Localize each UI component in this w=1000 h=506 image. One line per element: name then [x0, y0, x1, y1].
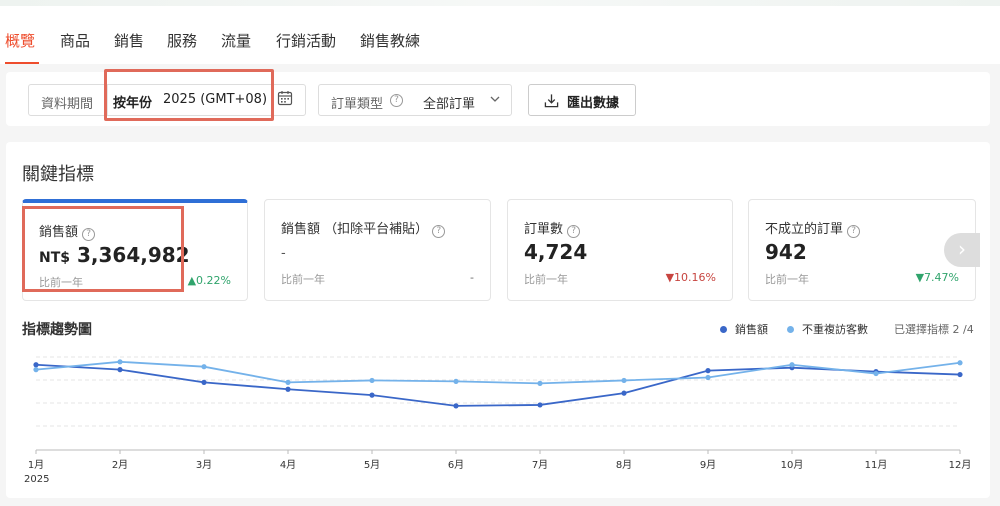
x-tick-label: 12月 — [949, 459, 972, 471]
data-point[interactable] — [957, 360, 963, 366]
data-point[interactable] — [453, 378, 459, 384]
data-point[interactable] — [453, 403, 459, 409]
trend-chart: 1月 2月 3月 4月 5月 6月 7月 8月 9月 10月 11月 12月 2025 — [24, 356, 972, 485]
x-tick-label: 1月 — [28, 459, 44, 471]
data-point[interactable] — [789, 362, 795, 368]
data-point[interactable] — [33, 367, 39, 373]
data-point[interactable] — [201, 364, 207, 370]
data-point[interactable] — [285, 379, 291, 385]
data-point[interactable] — [957, 371, 963, 378]
x-tick-label: 11月 — [865, 459, 888, 471]
series-line-sales — [35, 363, 961, 407]
data-point[interactable] — [873, 370, 879, 377]
data-point[interactable] — [537, 380, 543, 386]
data-point[interactable] — [705, 368, 711, 374]
x-tick-label: 5月 — [364, 459, 380, 471]
data-point[interactable] — [705, 374, 711, 381]
data-point[interactable] — [33, 362, 39, 368]
x-tick-label: 7月 — [532, 459, 548, 471]
data-point[interactable] — [117, 367, 123, 373]
data-point[interactable] — [621, 377, 627, 384]
x-tick-label: 2月 — [112, 459, 128, 471]
data-point[interactable] — [369, 377, 375, 384]
data-point[interactable] — [201, 379, 207, 385]
data-point[interactable] — [369, 392, 375, 398]
x-year-label: 2025 — [24, 474, 49, 485]
data-point[interactable] — [117, 359, 123, 365]
data-point[interactable] — [285, 386, 291, 392]
data-point[interactable] — [621, 390, 627, 396]
x-tick-label: 4月 — [280, 459, 296, 471]
x-tick-label: 10月 — [781, 459, 804, 471]
x-tick-label: 8月 — [616, 459, 632, 471]
data-point[interactable] — [537, 402, 543, 408]
x-tick-label: 9月 — [700, 459, 716, 471]
x-tick-label: 3月 — [196, 459, 212, 471]
x-tick-label: 6月 — [448, 459, 464, 471]
